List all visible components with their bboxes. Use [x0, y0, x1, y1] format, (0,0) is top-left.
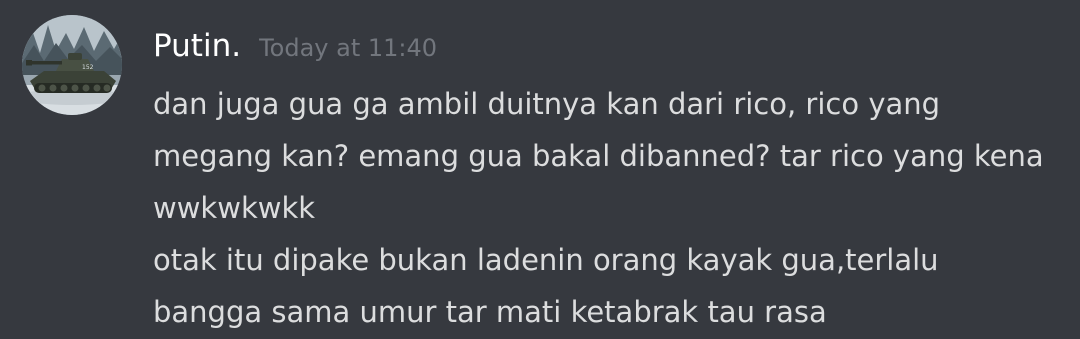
- chat-message: 152 Putin. Today at 11:40 dan juga gua g…: [0, 0, 1080, 339]
- message-line: bangga sama umur tar mati ketabrak tau r…: [153, 295, 827, 329]
- tank-avatar-icon[interactable]: 152: [22, 15, 122, 115]
- message-line: otak itu dipake bukan ladenin orang kaya…: [153, 243, 939, 277]
- message-content: dan juga gua ga ambil duitnya kan dari r…: [153, 78, 1063, 338]
- svg-text:152: 152: [82, 64, 94, 71]
- timestamp[interactable]: Today at 11:40: [259, 22, 437, 74]
- message-line: megang kan? emang gua bakal dibanned? ta…: [153, 139, 1044, 173]
- username[interactable]: Putin.: [153, 20, 241, 72]
- message-header: Putin. Today at 11:40: [153, 20, 437, 72]
- message-line: dan juga gua ga ambil duitnya kan dari r…: [153, 87, 941, 121]
- message-line: wwkwkwkk: [153, 191, 316, 225]
